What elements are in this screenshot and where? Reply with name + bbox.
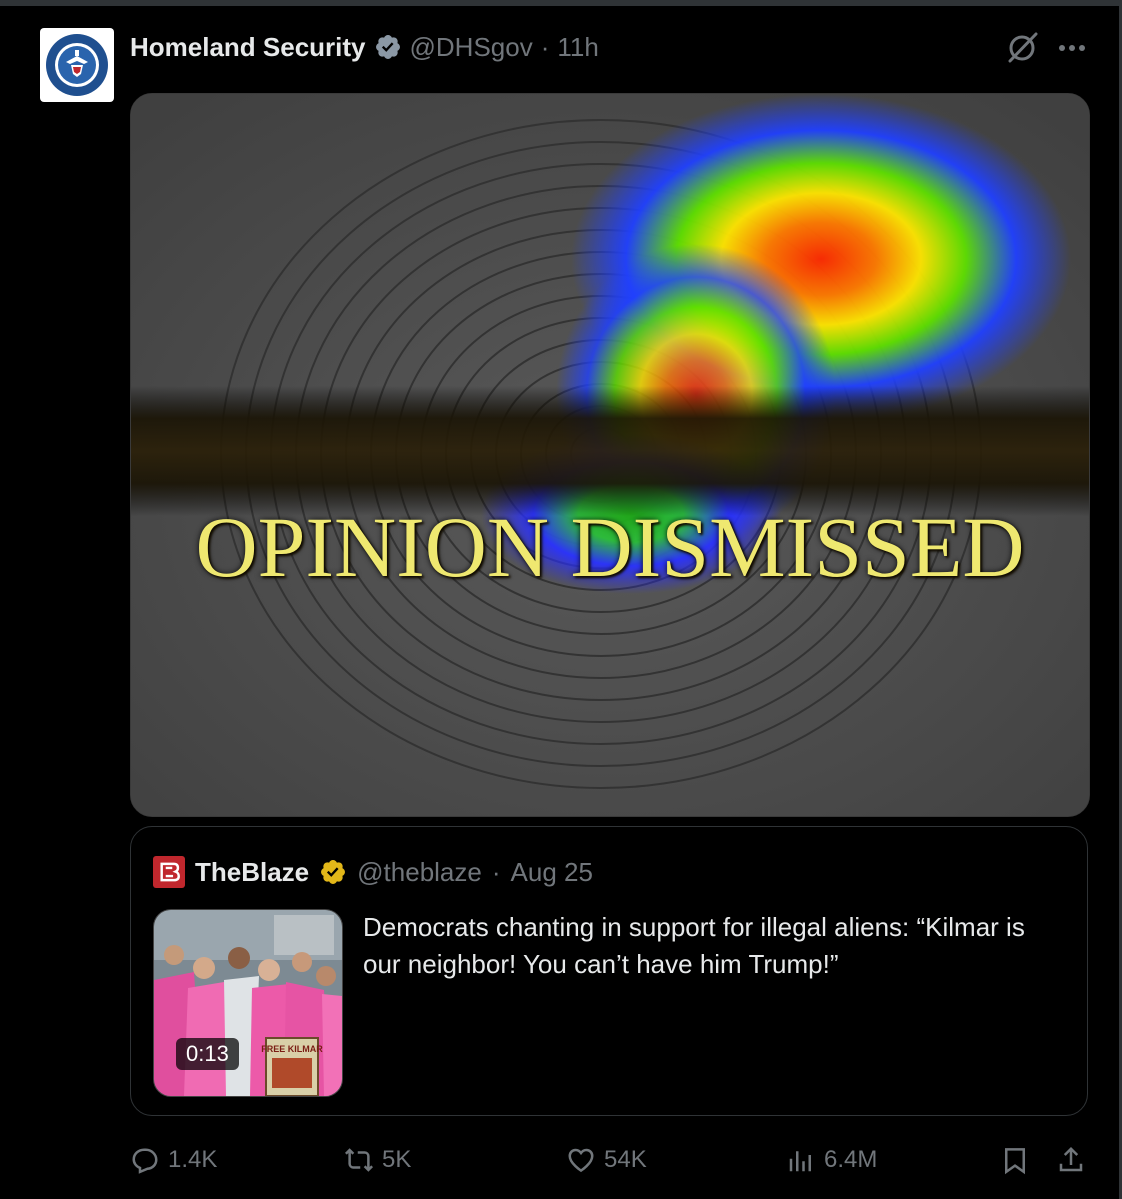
repost-icon	[344, 1148, 374, 1172]
blaze-logo-icon	[160, 862, 180, 882]
like-button[interactable]: 54K	[566, 1138, 647, 1182]
post-actions-bar: 1.4K 5K 54K 6.4M	[0, 1138, 1122, 1182]
theblaze-avatar[interactable]	[153, 856, 185, 888]
quoted-post-card[interactable]: TheBlaze @theblaze · Aug 25 FREE KILMAR …	[130, 826, 1088, 1116]
video-duration-badge: 0:13	[176, 1038, 239, 1070]
bookmark-icon	[1005, 1148, 1025, 1175]
bookmark-button[interactable]	[1000, 1138, 1030, 1182]
share-button[interactable]	[1056, 1138, 1086, 1182]
views-icon	[789, 1151, 811, 1172]
reply-button[interactable]: 1.4K	[130, 1138, 217, 1182]
views-button[interactable]: 6.4M	[786, 1138, 877, 1182]
quoted-video-thumbnail[interactable]: FREE KILMAR 0:13	[153, 909, 343, 1097]
quoted-header-separator: ·	[491, 856, 501, 887]
quoted-author-name[interactable]: TheBlaze	[195, 857, 309, 888]
repost-button[interactable]: 5K	[344, 1138, 411, 1182]
views-count: 6.4M	[824, 1146, 878, 1173]
quoted-post-date[interactable]: Aug 25	[511, 857, 593, 888]
share-icon	[1059, 1146, 1083, 1172]
dhs-avatar[interactable]	[40, 28, 114, 102]
grok-icon[interactable]	[1004, 30, 1040, 66]
frame-top-border	[0, 0, 1122, 6]
post-header: Homeland Security @DHSgov · 11h	[130, 30, 599, 64]
quoted-post-text: Democrats chanting in support for illega…	[363, 912, 1025, 979]
more-icon[interactable]	[1056, 34, 1088, 62]
quoted-post-header: TheBlaze @theblaze · Aug 25	[153, 855, 593, 889]
like-icon	[568, 1148, 594, 1173]
quoted-author-handle[interactable]: @theblaze	[357, 857, 482, 888]
like-count: 54K	[604, 1146, 647, 1173]
reply-icon	[132, 1148, 158, 1174]
verified-badge-icon[interactable]	[319, 858, 347, 886]
author-handle[interactable]: @DHSgov	[410, 32, 533, 63]
reply-count: 1.4K	[168, 1146, 218, 1173]
heatmap-graphic	[131, 94, 1089, 816]
post-media-image[interactable]: OPINION DISMISSED	[130, 93, 1090, 817]
free-kilmar-sign-text: FREE KILMAR	[261, 1044, 323, 1054]
post-timestamp[interactable]: 11h	[557, 32, 598, 63]
dhs-seal-icon	[46, 34, 108, 96]
author-name[interactable]: Homeland Security	[130, 32, 366, 63]
header-separator: ·	[540, 31, 550, 62]
verified-badge-icon[interactable]	[374, 33, 402, 61]
repost-count: 5K	[382, 1146, 412, 1173]
